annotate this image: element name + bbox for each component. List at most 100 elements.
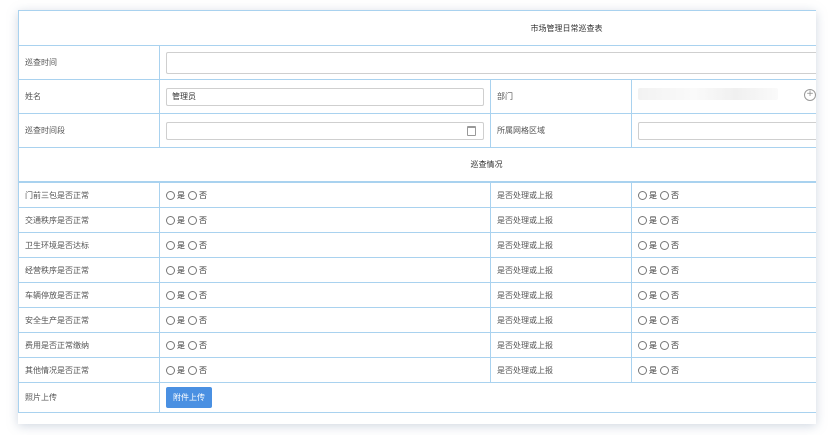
radio-icon[interactable] [166,365,175,375]
no-label: 否 [671,290,679,300]
radio-icon[interactable] [166,290,175,300]
yes-label: 是 [177,265,185,275]
dept-field[interactable]: + [631,79,816,114]
normal-yes-option[interactable]: 是 [166,215,185,226]
radio-icon[interactable] [638,240,647,250]
check-report-radio-group: 是 否 [638,365,816,376]
form-title: 市场管理日常巡查表 [18,10,816,46]
report-no-option[interactable]: 否 [660,315,679,326]
report-yes-option[interactable]: 是 [638,290,657,301]
normal-no-option[interactable]: 否 [188,215,207,226]
inspect-time-label: 巡查时间 [18,45,160,80]
report-yes-option[interactable]: 是 [638,215,657,226]
normal-yes-option[interactable]: 是 [166,315,185,326]
normal-no-option[interactable]: 否 [188,240,207,251]
report-yes-option[interactable]: 是 [638,240,657,251]
yes-label: 是 [177,365,185,375]
report-label: 是否处理或上报 [490,332,632,358]
radio-icon[interactable] [166,190,175,200]
grid-input[interactable] [638,121,816,140]
radio-icon[interactable] [188,265,197,275]
radio-icon[interactable] [188,365,197,375]
radio-icon[interactable] [660,340,669,350]
report-yes-option[interactable]: 是 [638,315,657,326]
radio-icon[interactable] [188,340,197,350]
radio-icon[interactable] [638,315,647,325]
inspect-time-input[interactable] [166,51,816,74]
normal-yes-option[interactable]: 是 [166,290,185,301]
normal-yes-option[interactable]: 是 [166,365,185,376]
no-label: 否 [671,215,679,225]
normal-no-option[interactable]: 否 [188,365,207,376]
grid-label: 所属网格区域 [490,113,632,148]
radio-icon[interactable] [188,190,197,200]
report-no-option[interactable]: 否 [660,290,679,301]
report-no-option[interactable]: 否 [660,340,679,351]
dept-label: 部门 [490,79,632,114]
report-yes-option[interactable]: 是 [638,265,657,276]
check-label: 安全生产是否正常 [18,307,160,333]
radio-icon[interactable] [638,215,647,225]
radio-icon[interactable] [188,315,197,325]
radio-icon[interactable] [166,240,175,250]
radio-icon[interactable] [660,190,669,200]
check-normal-radio-group: 是 否 [166,265,484,276]
radio-icon[interactable] [660,240,669,250]
normal-yes-option[interactable]: 是 [166,240,185,251]
check-label: 其他情况是否正常 [18,357,160,383]
normal-no-option[interactable]: 否 [188,190,207,201]
no-label: 否 [199,215,207,225]
radio-icon[interactable] [660,215,669,225]
radio-icon[interactable] [188,215,197,225]
report-label: 是否处理或上报 [490,357,632,383]
radio-icon[interactable] [660,365,669,375]
no-label: 否 [199,290,207,300]
section-title: 巡查情况 [18,147,816,182]
check-label: 交通秩序是否正常 [18,207,160,233]
check-row: 费用是否正常缴纳 是 否 是否处理或上报 是 否 [18,332,816,358]
report-label: 是否处理或上报 [490,282,632,308]
report-yes-option[interactable]: 是 [638,190,657,201]
normal-no-option[interactable]: 否 [188,265,207,276]
report-no-option[interactable]: 否 [660,265,679,276]
radio-icon[interactable] [660,265,669,275]
radio-icon[interactable] [188,290,197,300]
radio-icon[interactable] [638,340,647,350]
period-input[interactable] [166,121,484,140]
no-label: 否 [671,315,679,325]
no-label: 否 [671,240,679,250]
calendar-icon[interactable] [467,125,476,136]
radio-icon[interactable] [166,340,175,350]
report-yes-option[interactable]: 是 [638,340,657,351]
radio-icon[interactable] [166,265,175,275]
no-label: 否 [199,340,207,350]
radio-icon[interactable] [638,290,647,300]
report-no-option[interactable]: 否 [660,365,679,376]
radio-icon[interactable] [638,190,647,200]
normal-no-option[interactable]: 否 [188,290,207,301]
radio-icon[interactable] [638,265,647,275]
normal-yes-option[interactable]: 是 [166,265,185,276]
name-input[interactable] [166,87,484,106]
no-label: 否 [199,190,207,200]
check-label: 费用是否正常缴纳 [18,332,160,358]
no-label: 否 [671,340,679,350]
radio-icon[interactable] [166,315,175,325]
report-label: 是否处理或上报 [490,207,632,233]
report-yes-option[interactable]: 是 [638,365,657,376]
normal-no-option[interactable]: 否 [188,340,207,351]
report-no-option[interactable]: 否 [660,240,679,251]
no-label: 否 [671,265,679,275]
normal-no-option[interactable]: 否 [188,315,207,326]
normal-yes-option[interactable]: 是 [166,190,185,201]
radio-icon[interactable] [188,240,197,250]
radio-icon[interactable] [166,215,175,225]
radio-icon[interactable] [660,290,669,300]
normal-yes-option[interactable]: 是 [166,340,185,351]
radio-icon[interactable] [638,365,647,375]
radio-icon[interactable] [660,315,669,325]
upload-attachment-button[interactable]: 附件上传 [166,387,212,408]
report-no-option[interactable]: 否 [660,190,679,201]
report-no-option[interactable]: 否 [660,215,679,226]
add-circle-icon[interactable]: + [804,89,816,101]
